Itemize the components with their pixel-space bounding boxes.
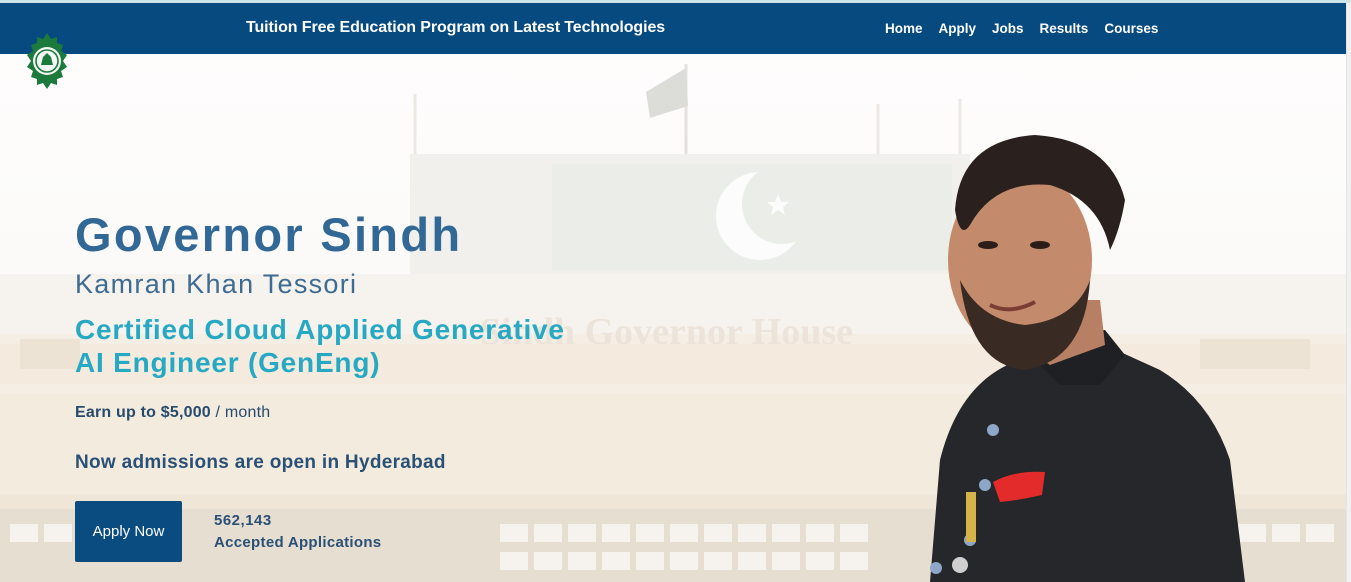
page-scrollbar[interactable]: [1346, 3, 1351, 582]
admissions-notice: Now admissions are open in Hyderabad: [75, 452, 446, 473]
apply-now-button[interactable]: Apply Now: [75, 501, 182, 562]
nav-jobs[interactable]: Jobs: [992, 21, 1024, 36]
earnings-period: / month: [210, 404, 271, 421]
nav-links: Home Apply Jobs Results Courses: [885, 21, 1174, 36]
nav-apply[interactable]: Apply: [939, 21, 977, 36]
hero-subtitle: Kamran Khan Tessori: [75, 269, 358, 299]
applications-label: Accepted Applications: [214, 534, 382, 551]
program-name: Certified Cloud Applied Generative AI En…: [75, 313, 675, 379]
site-title: Tuition Free Education Program on Latest…: [246, 19, 666, 36]
nav-courses[interactable]: Courses: [1104, 21, 1158, 36]
governor-house-emblem-icon[interactable]: [23, 31, 72, 91]
hero-title: Governor Sindh: [75, 208, 463, 261]
governor-portrait: [930, 135, 1245, 582]
program-name-line2: AI Engineer (GenEng): [75, 347, 381, 378]
applications-count: 562,143: [214, 512, 272, 529]
nav-results[interactable]: Results: [1040, 21, 1089, 36]
program-name-line1: Certified Cloud Applied Generative: [75, 314, 565, 345]
earnings-amount: Earn up to $5,000: [75, 404, 211, 421]
top-navbar: Tuition Free Education Program on Latest…: [0, 3, 1346, 54]
earnings-text: Earn up to $5,000 / month: [75, 404, 270, 422]
nav-home[interactable]: Home: [885, 21, 923, 36]
